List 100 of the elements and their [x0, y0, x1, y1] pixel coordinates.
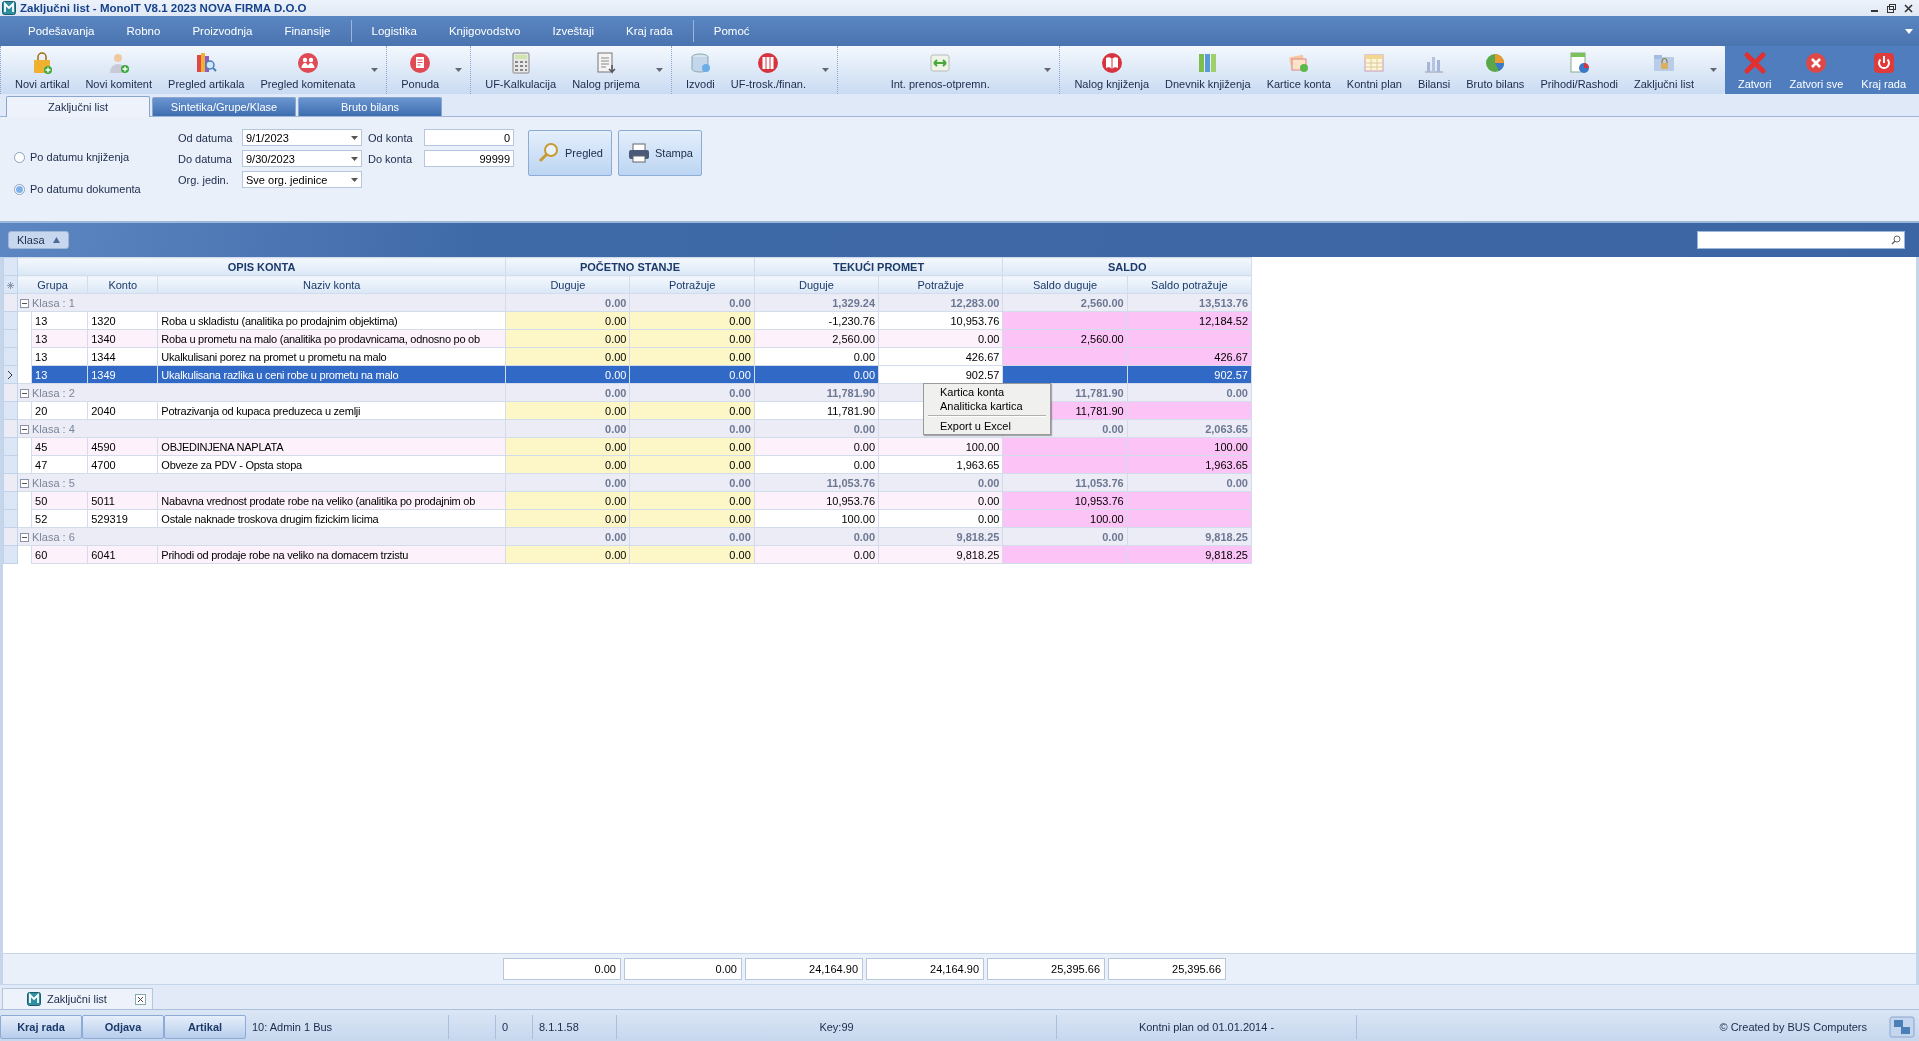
dropdown-field[interactable]: 9/30/2023	[242, 150, 362, 167]
group-total: 0.00	[977, 476, 1000, 489]
status-button[interactable]: Odjava	[82, 1015, 164, 1039]
toolbar-button[interactable]: Kontni plan	[1338, 46, 1410, 94]
menu-item[interactable]: Podešavanja	[12, 19, 111, 43]
menu-item[interactable]: Robno	[110, 19, 177, 43]
group-total: 0.00	[605, 386, 627, 399]
group-total: 1,329.24	[832, 296, 876, 309]
menu-item[interactable]: Proizvodnja	[176, 19, 269, 43]
toolbar-button[interactable]: Bruto bilans	[1458, 46, 1533, 94]
status-button[interactable]: Kraj rada	[0, 1015, 82, 1039]
context-menu-item[interactable]: Export u Excel	[926, 419, 1048, 433]
total-field: 25,395.66	[1108, 958, 1226, 980]
toolbar-button[interactable]: Kraj rada	[1852, 46, 1915, 94]
asterisk-icon	[7, 281, 14, 289]
chart-document-icon	[1567, 51, 1592, 75]
toolbar-button[interactable]: Prihodi/Rashodi	[1532, 46, 1627, 94]
collapse-icon[interactable]	[20, 533, 30, 543]
app-icon	[2, 1, 16, 15]
toolbar-button[interactable]: Nalog prijema	[564, 46, 648, 94]
input-field[interactable]: 99999	[424, 150, 514, 167]
caret-icon[interactable]	[371, 68, 379, 72]
group-total: 11,053.76	[826, 476, 876, 489]
group-label: Klasa : 6	[32, 530, 75, 543]
status-text: © Created by BUS Computers	[1719, 1021, 1867, 1033]
dropdown-caret-icon[interactable]	[351, 177, 358, 182]
caret-icon[interactable]	[455, 68, 463, 72]
toolbar-button[interactable]: Dnevnik knjiženja	[1157, 46, 1259, 94]
field-label: Org. jedin.	[178, 173, 230, 186]
sort-ascending-icon	[52, 237, 60, 243]
search-field[interactable]	[1697, 231, 1905, 249]
caret-icon[interactable]	[656, 68, 663, 72]
total-field: 24,164.90	[745, 958, 863, 980]
tab[interactable]: Bruto bilans	[298, 97, 442, 116]
caret-icon[interactable]	[1905, 28, 1913, 34]
radio-button[interactable]: Po datumu dokumenta	[14, 183, 164, 195]
document-tab[interactable]: Zaključni list	[2, 988, 153, 1009]
group-total: 2,063.65	[1205, 422, 1248, 435]
field-label: Do datuma	[178, 152, 233, 165]
books-search-icon	[194, 51, 219, 75]
caret-icon[interactable]	[1044, 68, 1052, 72]
dropdown-caret-icon[interactable]	[351, 156, 358, 161]
group-label: Klasa : 5	[32, 476, 75, 489]
tab[interactable]: Sintetika/Grupe/Klase	[152, 97, 296, 116]
clipboard-icon	[594, 51, 619, 75]
toolbar-button[interactable]: Nalog knjiženja	[1066, 46, 1157, 94]
toolbar-button[interactable]: Izvodi	[678, 46, 723, 94]
toolbar-button[interactable]: Bilansi	[1409, 46, 1459, 94]
collapse-icon[interactable]	[20, 425, 30, 435]
menu-item[interactable]: Kraj rada	[610, 19, 689, 43]
group-total: 0.00	[853, 422, 876, 435]
group-total: 0.00	[1102, 422, 1124, 435]
toolbar-button[interactable]: UF-Kalkulacija	[477, 46, 565, 94]
dropdown-field[interactable]: 9/1/2023	[242, 129, 362, 146]
close-icon[interactable]	[134, 993, 146, 1005]
collapse-icon[interactable]	[20, 389, 30, 399]
tab[interactable]: Zaključni list	[6, 96, 150, 117]
radio-button[interactable]: Po datumu knjiženja	[14, 151, 164, 163]
status-button[interactable]: Artikal	[164, 1015, 246, 1039]
preview-button[interactable]: Pregled	[528, 130, 612, 176]
toolbar-button[interactable]: Ponuda	[393, 46, 448, 94]
column-group-header: SALDO	[1002, 257, 1252, 276]
toolbar-button[interactable]: Int. prenos-otpremn.	[843, 46, 1037, 94]
menu-item[interactable]: Finansije	[268, 19, 347, 43]
print-button[interactable]: Stampa	[618, 130, 702, 176]
caret-icon[interactable]	[1709, 68, 1717, 72]
close-icon[interactable]	[1904, 3, 1913, 13]
toolbar-button[interactable]: Zatvori	[1728, 46, 1781, 94]
column-group-header: OPIS KONTA	[17, 257, 506, 276]
group-total: 0.00	[605, 476, 627, 489]
input-field[interactable]: 0	[424, 129, 514, 146]
menu-item[interactable]: Knjigovodstvo	[432, 19, 537, 43]
status-text: 10: Admin 1 Bus	[252, 1021, 333, 1033]
menu-item[interactable]: Logistika	[355, 19, 433, 43]
status-text: 0	[502, 1021, 509, 1033]
restore-icon[interactable]	[1887, 3, 1896, 13]
group-total: 2,560.00	[1080, 296, 1124, 309]
group-by-chip[interactable]: Klasa	[8, 231, 69, 249]
context-menu-item[interactable]: Kartica konta	[926, 385, 1048, 399]
toolbar-button[interactable]: Pregled komitenata	[252, 46, 364, 94]
toolbar-button[interactable]: Zatvori sve	[1780, 46, 1853, 94]
toolbar-button[interactable]: Novi komitent	[77, 46, 161, 94]
book-icon	[1099, 51, 1124, 75]
toolbar-button[interactable]: Novi artikal	[7, 46, 78, 94]
group-total: 9,818.25	[956, 530, 1000, 543]
menu-item[interactable]: Pomoć	[697, 19, 766, 43]
caret-icon[interactable]	[821, 68, 829, 72]
toolbar-button[interactable]: UF-trosk./finan.	[722, 46, 814, 94]
collapse-icon[interactable]	[20, 479, 30, 489]
toolbar-button[interactable]: Zaključni list	[1626, 46, 1702, 94]
toolbar-button[interactable]: Pregled artikala	[160, 46, 253, 94]
dropdown-field[interactable]: Sve org. jedinice	[242, 171, 362, 188]
menu-item[interactable]: Izveštaji	[536, 19, 611, 43]
dropdown-caret-icon[interactable]	[351, 135, 358, 140]
network-icon[interactable]	[1889, 1016, 1915, 1038]
status-text: Kontni plan od 01.01.2014 -	[1138, 1021, 1275, 1033]
toolbar-button[interactable]: Kartice konta	[1258, 46, 1339, 94]
collapse-icon[interactable]	[20, 299, 30, 309]
status-text: Key:99	[819, 1021, 854, 1033]
group-total: 0.00	[853, 530, 876, 543]
